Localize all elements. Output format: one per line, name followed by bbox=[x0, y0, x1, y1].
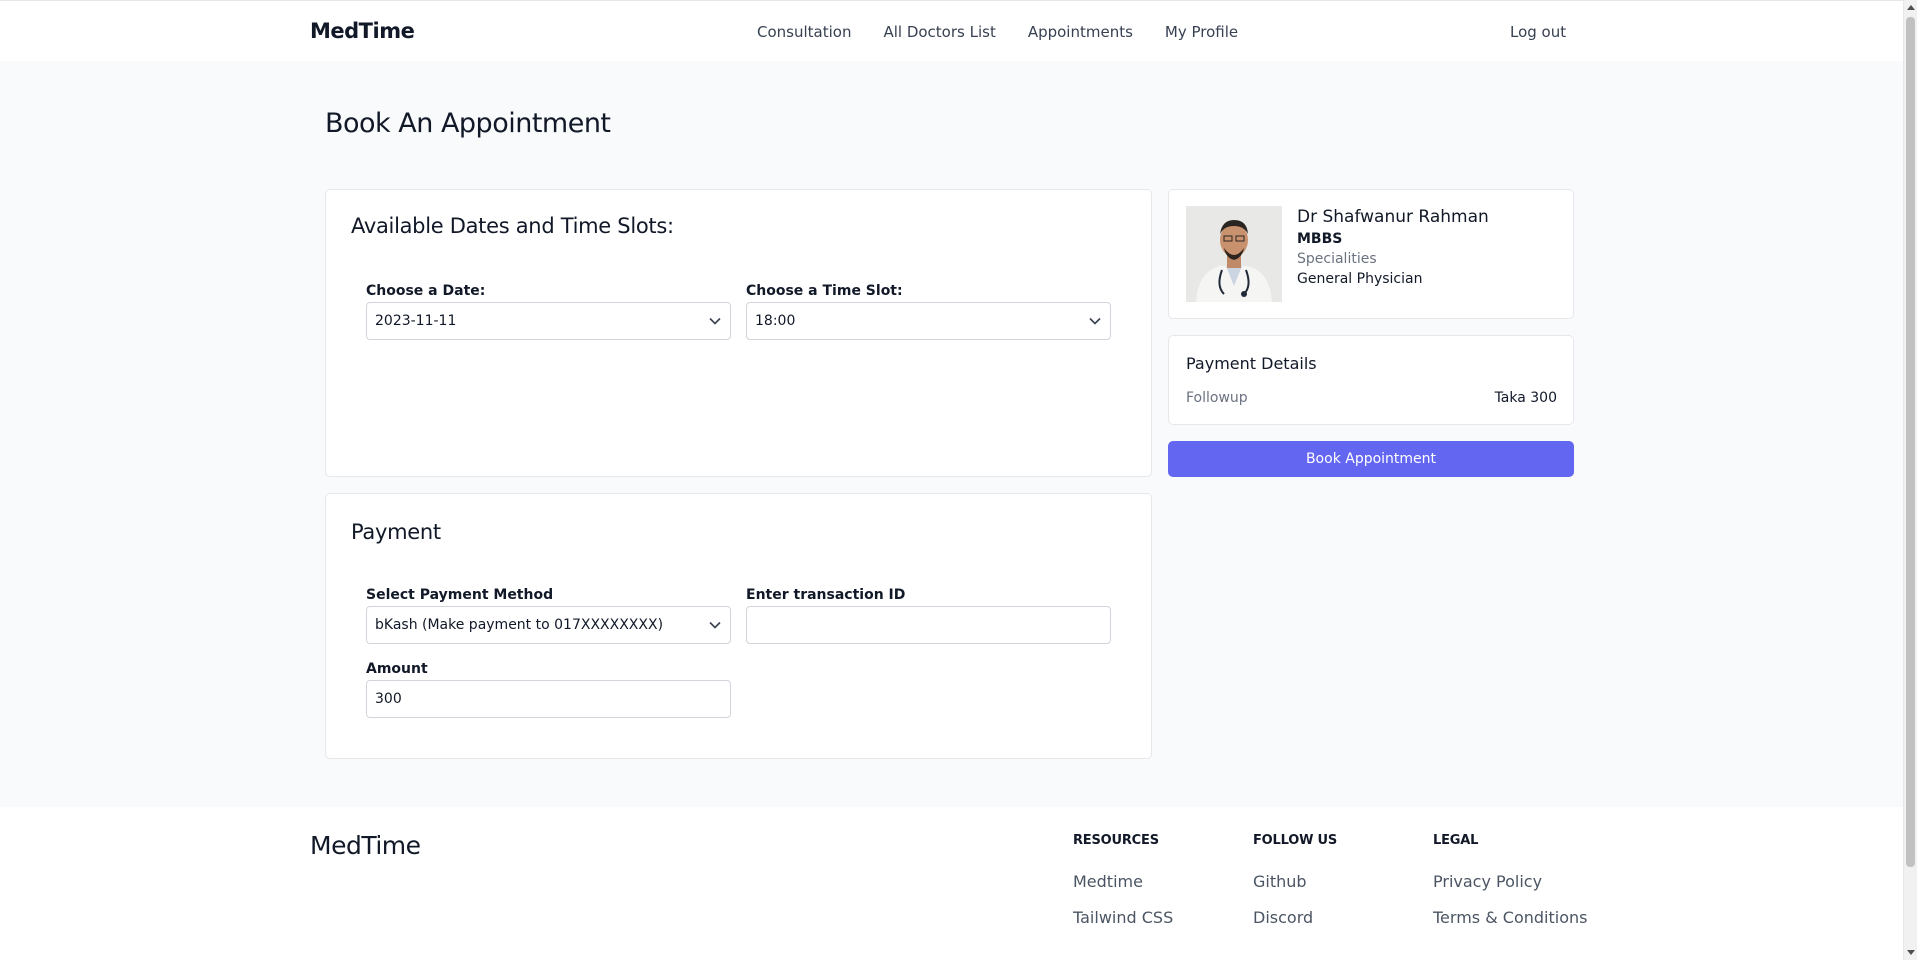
page-title: Book An Appointment bbox=[325, 108, 611, 139]
book-appointment-button[interactable]: Book Appointment bbox=[1168, 441, 1574, 477]
scroll-up-arrow-icon[interactable] bbox=[1907, 5, 1915, 10]
date-select[interactable]: 2023-11-11 bbox=[366, 302, 731, 340]
payment-heading: Payment bbox=[351, 520, 441, 544]
footer-brand: MedTime bbox=[310, 831, 421, 860]
footer-link-github[interactable]: Github bbox=[1253, 872, 1337, 891]
time-slot-select[interactable]: 18:00 bbox=[746, 302, 1111, 340]
footer-resources: RESOURCES Medtime Tailwind CSS bbox=[1073, 833, 1173, 944]
time-slot-label: Choose a Time Slot: bbox=[746, 283, 903, 299]
chevron-down-icon bbox=[708, 314, 722, 328]
chevron-down-icon bbox=[1088, 314, 1102, 328]
payment-details-card: Payment Details Followup Taka 300 bbox=[1168, 335, 1574, 425]
payment-method-value: bKash (Make payment to 017XXXXXXXX) bbox=[375, 617, 664, 633]
logout-link[interactable]: Log out bbox=[1510, 23, 1566, 41]
footer-link-tailwind[interactable]: Tailwind CSS bbox=[1073, 908, 1173, 927]
payment-card: Payment Select Payment Method bKash (Mak… bbox=[325, 493, 1152, 759]
page: MedTime Consultation All Doctors List Ap… bbox=[0, 0, 1903, 960]
page-scrollbar[interactable] bbox=[1903, 0, 1917, 960]
payment-type: Followup bbox=[1186, 390, 1248, 406]
footer-legal: LEGAL Privacy Policy Terms & Conditions bbox=[1433, 833, 1587, 944]
scroll-thumb[interactable] bbox=[1906, 17, 1915, 867]
footer: MedTime RESOURCES Medtime Tailwind CSS F… bbox=[0, 807, 1903, 960]
time-slots-heading: Available Dates and Time Slots: bbox=[351, 214, 674, 238]
scroll-down-arrow-icon[interactable] bbox=[1907, 950, 1915, 955]
footer-follow-us: FOLLOW US Github Discord bbox=[1253, 833, 1337, 944]
time-slot-value: 18:00 bbox=[755, 313, 796, 329]
nav-my-profile[interactable]: My Profile bbox=[1165, 23, 1238, 41]
nav-appointments[interactable]: Appointments bbox=[1028, 23, 1133, 41]
doctor-card: Dr Shafwanur Rahman MBBS Specialities Ge… bbox=[1168, 189, 1574, 319]
date-select-value: 2023-11-11 bbox=[375, 313, 457, 329]
amount-input[interactable]: 300 bbox=[366, 680, 731, 718]
amount-label: Amount bbox=[366, 661, 428, 677]
footer-heading: FOLLOW US bbox=[1253, 833, 1338, 848]
footer-heading: LEGAL bbox=[1433, 833, 1479, 848]
doctor-photo bbox=[1186, 206, 1282, 302]
footer-link-medtime[interactable]: Medtime bbox=[1073, 872, 1173, 891]
transaction-id-label: Enter transaction ID bbox=[746, 587, 906, 603]
specialities-label: Specialities bbox=[1297, 251, 1377, 267]
payment-method-label: Select Payment Method bbox=[366, 587, 554, 603]
doctor-speciality: General Physician bbox=[1297, 271, 1423, 287]
date-label: Choose a Date: bbox=[366, 283, 486, 299]
footer-link-discord[interactable]: Discord bbox=[1253, 908, 1337, 927]
doctor-name: Dr Shafwanur Rahman bbox=[1297, 207, 1489, 227]
top-navbar: MedTime Consultation All Doctors List Ap… bbox=[0, 0, 1903, 61]
footer-link-terms[interactable]: Terms & Conditions bbox=[1433, 908, 1587, 927]
payment-method-select[interactable]: bKash (Make payment to 017XXXXXXXX) bbox=[366, 606, 731, 644]
chevron-down-icon bbox=[708, 618, 722, 632]
payment-details-title: Payment Details bbox=[1186, 354, 1317, 373]
transaction-id-input[interactable] bbox=[746, 606, 1111, 644]
nav-consultation[interactable]: Consultation bbox=[757, 23, 851, 41]
main-nav: Consultation All Doctors List Appointmen… bbox=[757, 23, 1270, 41]
footer-heading: RESOURCES bbox=[1073, 833, 1159, 848]
payment-amount: Taka 300 bbox=[1494, 390, 1557, 406]
doctor-degree: MBBS bbox=[1297, 231, 1343, 247]
time-slots-card: Available Dates and Time Slots: Choose a… bbox=[325, 189, 1152, 477]
nav-all-doctors[interactable]: All Doctors List bbox=[883, 23, 995, 41]
brand-logo[interactable]: MedTime bbox=[310, 19, 415, 43]
footer-link-privacy[interactable]: Privacy Policy bbox=[1433, 872, 1587, 891]
